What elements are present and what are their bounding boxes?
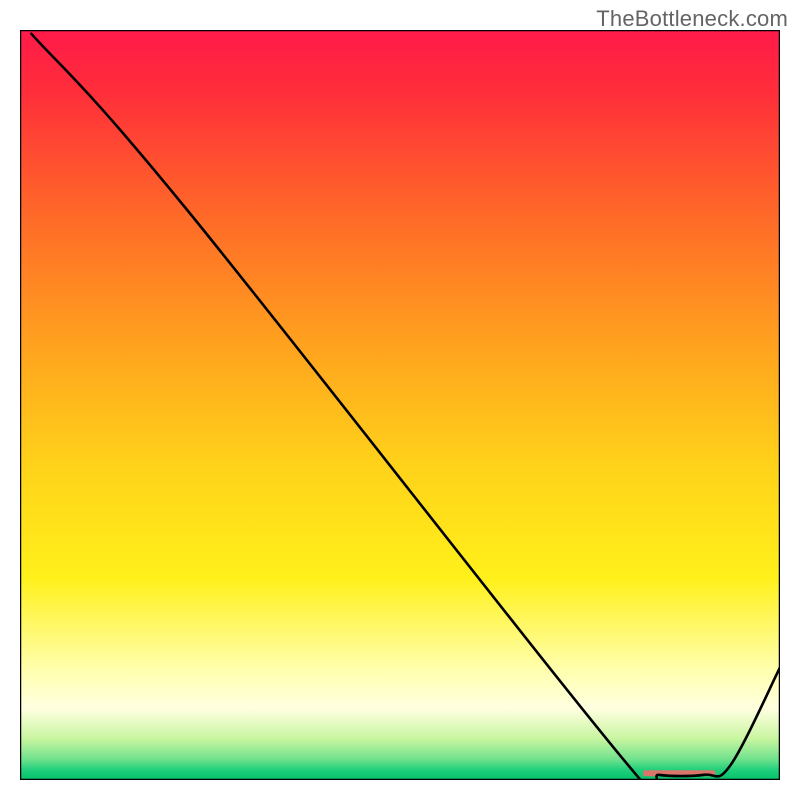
watermark-text: TheBottleneck.com [596, 6, 788, 32]
plot-area [20, 30, 780, 780]
chart-root: TheBottleneck.com [0, 0, 800, 800]
series-layer [20, 30, 780, 780]
curve-line [31, 34, 780, 780]
